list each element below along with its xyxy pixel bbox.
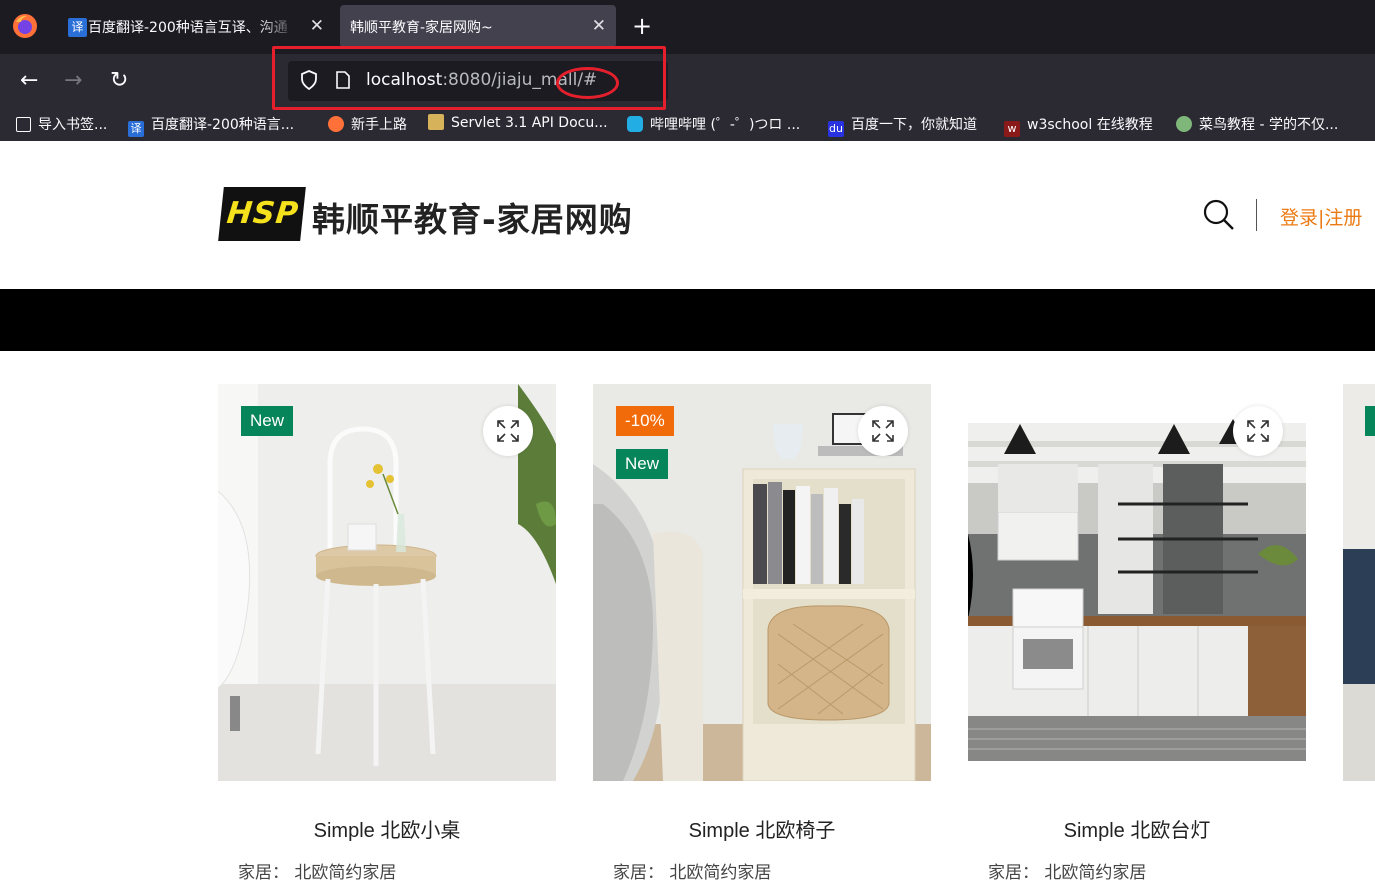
tab-bar: 译 百度翻译-200种语言互译、沟通 ✕ 韩顺平教育-家居网购~ ✕ + <box>0 0 1375 54</box>
tab-baidu-translate[interactable]: 译 百度翻译-200种语言互译、沟通 ✕ <box>58 5 334 48</box>
site-header <box>0 141 1375 289</box>
nav-banner <box>0 289 1375 351</box>
nav-bar: ← → ↻ <box>0 54 1375 108</box>
product-image[interactable] <box>968 384 1306 781</box>
zoom-button[interactable] <box>1233 406 1283 456</box>
reload-icon[interactable]: ↻ <box>110 68 128 93</box>
logo-mark-text: HSP <box>225 196 301 231</box>
tab-title: 韩顺平教育-家居网购~ <box>350 20 493 36</box>
search-icon[interactable] <box>1203 199 1235 231</box>
expand-icon <box>872 420 894 442</box>
firefox-icon <box>328 116 344 132</box>
bookmark-item[interactable]: 哔哩哔哩 (゜-゜)つロ ... <box>627 114 800 134</box>
expand-icon <box>497 420 519 442</box>
badge-new: New <box>241 406 294 436</box>
close-tab-icon[interactable]: ✕ <box>592 16 606 36</box>
translate-icon: 译 <box>68 18 87 37</box>
back-icon[interactable]: ← <box>20 68 38 93</box>
zoom-button[interactable] <box>483 406 533 456</box>
bookmark-item[interactable]: 菜鸟教程 - 学的不仅... <box>1176 114 1338 134</box>
bookmark-item[interactable]: Servlet 3.1 API Docu... <box>428 114 608 131</box>
close-tab-icon[interactable]: ✕ <box>310 16 324 36</box>
bookmarks-bar: 导入书签... 译百度翻译-200种语言... 新手上路 Servlet 3.1… <box>0 108 1375 141</box>
tomcat-icon <box>428 114 444 130</box>
product-name[interactable]: Simple 北欧小桌 <box>218 814 556 843</box>
bilibili-icon <box>627 116 643 132</box>
baidu-icon: du <box>828 121 844 137</box>
site-title[interactable]: 韩顺平教育-家居网购 <box>312 193 633 241</box>
header-divider <box>1256 199 1257 231</box>
login-register-link[interactable]: 登录|注册 <box>1280 203 1362 230</box>
firefox-icon[interactable] <box>12 13 38 39</box>
product-meta: 家居： 北欧简约家居 <box>613 863 772 883</box>
bookmark-item[interactable]: 导入书签... <box>16 114 107 134</box>
browser-chrome: 译 百度翻译-200种语言互译、沟通 ✕ 韩顺平教育-家居网购~ ✕ + ← →… <box>0 0 1375 141</box>
site-logo[interactable]: HSP <box>218 187 306 241</box>
runoob-icon <box>1176 116 1192 132</box>
product-image[interactable]: New <box>218 384 556 781</box>
new-tab-icon[interactable]: + <box>632 12 652 40</box>
w3school-icon: w <box>1004 121 1020 137</box>
product-card-partial[interactable] <box>1343 384 1375 784</box>
product-name[interactable]: Simple 北欧台灯 <box>968 814 1306 843</box>
product-image[interactable] <box>1343 384 1375 781</box>
product-meta: 家居： 北欧简约家居 <box>988 863 1147 883</box>
tab-active[interactable]: 韩顺平教育-家居网购~ ✕ <box>340 5 616 48</box>
product-name[interactable]: Simple 北欧椅子 <box>593 814 931 843</box>
badge-new: New <box>616 449 669 479</box>
badge-discount: -10% <box>616 406 674 436</box>
expand-icon <box>1247 420 1269 442</box>
forward-icon[interactable]: → <box>64 68 82 93</box>
zoom-button[interactable] <box>858 406 908 456</box>
bookmark-item[interactable]: du 百度一下，你就知道 <box>828 114 977 137</box>
product-image[interactable]: -10% New <box>593 384 931 781</box>
bookmark-item[interactable]: 新手上路 <box>328 114 407 134</box>
product-meta: 家居： 北欧简约家居 <box>238 863 397 883</box>
bookmark-item[interactable]: w w3school 在线教程 <box>1004 114 1153 137</box>
tab-title: 百度翻译-200种语言互译、沟通 <box>88 20 288 36</box>
bookmark-item[interactable]: 译百度翻译-200种语言... <box>128 114 294 137</box>
import-icon <box>16 117 31 132</box>
translate-icon: 译 <box>128 121 144 137</box>
annotation-oval <box>556 67 619 99</box>
